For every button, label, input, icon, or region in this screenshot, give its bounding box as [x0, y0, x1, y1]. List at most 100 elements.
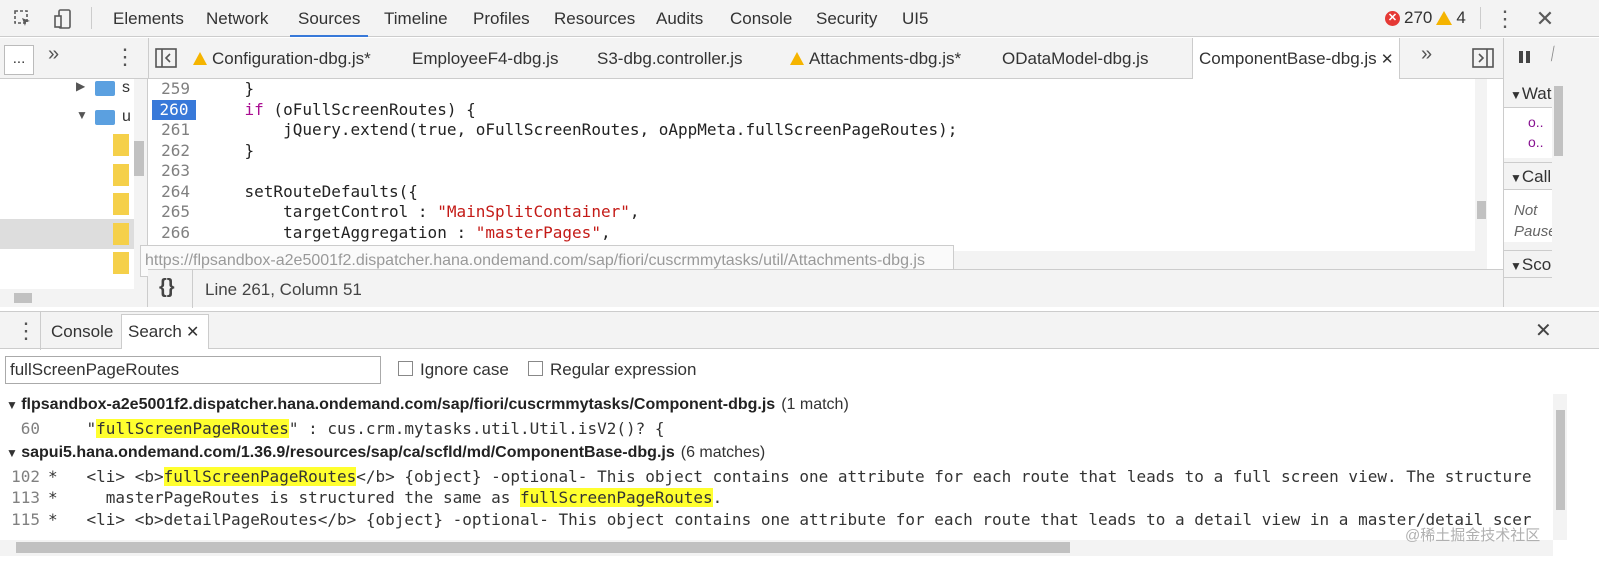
file-tab[interactable]: EmployeeF4-dbg.js	[412, 38, 558, 79]
tab-search[interactable]: Search ✕	[121, 314, 209, 349]
tab-console[interactable]: Console	[51, 322, 113, 342]
expand-arrow-icon[interactable]: ▶	[76, 79, 85, 93]
line-number[interactable]: 262	[148, 141, 190, 162]
devtools-toolbar: Elements Network Sources Timeline Profiles Re…	[0, 0, 1599, 37]
file-tab[interactable]: ODataModel-dbg.js	[1002, 38, 1148, 79]
tab-security[interactable]: Security	[808, 0, 885, 37]
file-tab[interactable]: S3-dbg.controller.js	[597, 38, 743, 79]
more-options-icon[interactable]: ⋮	[1492, 6, 1518, 32]
file-tab[interactable]: ComponentBase-dbg.js ✕	[1192, 38, 1401, 80]
tab-profiles[interactable]: Profiles	[465, 0, 538, 37]
collapse-arrow-icon[interactable]: ▼	[6, 446, 21, 460]
result-file-header[interactable]: ▼ sapui5.hana.ondemand.com/1.36.9/resour…	[6, 442, 765, 462]
result-match-highlight: fullScreenPageRoutes	[96, 419, 289, 438]
line-number[interactable]: 263	[148, 161, 190, 182]
scroll-thumb[interactable]	[134, 141, 144, 176]
code-text: jQuery.extend(true, oFullScreenRoutes, o…	[206, 120, 958, 139]
watch-item[interactable]: o..	[1528, 114, 1544, 130]
file-icon[interactable]	[113, 252, 129, 274]
close-devtools-icon[interactable]: ✕	[1532, 6, 1558, 32]
collapse-arrow-icon[interactable]: ▼	[6, 398, 21, 412]
line-number[interactable]: 259	[148, 79, 190, 100]
chevron-right-double-icon[interactable]: »	[48, 43, 59, 66]
error-count: 270	[1404, 8, 1433, 27]
tab-ui5[interactable]: UI5	[894, 0, 936, 37]
regex-checkbox[interactable]	[528, 361, 543, 376]
close-tab-icon[interactable]: ✕	[186, 322, 199, 342]
tab-sources[interactable]: Sources	[290, 0, 369, 37]
tab-resources[interactable]: Resources	[546, 0, 643, 37]
nav-folder-u[interactable]: u	[122, 108, 131, 126]
result-line[interactable]: 115 * <li> <b>detailPageRoutes</b> {objec…	[0, 509, 1531, 531]
file-icon[interactable]	[113, 193, 129, 215]
sidebar-scroll-thumb[interactable]	[1554, 86, 1563, 156]
results-hscroll-thumb[interactable]	[16, 542, 1070, 553]
more-navigator-button[interactable]: ...	[4, 45, 34, 75]
result-file-header[interactable]: ▼ flpsandbox-a2e5001f2.dispatcher.hana.o…	[6, 394, 849, 414]
file-tab[interactable]: Attachments-dbg.js*	[790, 38, 961, 79]
tab-timeline[interactable]: Timeline	[376, 0, 456, 37]
line-number[interactable]: 261	[148, 120, 190, 141]
device-mode-icon[interactable]	[50, 6, 76, 32]
pretty-print-button[interactable]: {}	[159, 276, 175, 299]
not-paused-text: Not Pause	[1514, 202, 1557, 240]
more-tabs-icon[interactable]: »	[1421, 43, 1432, 66]
results-scroll-thumb[interactable]	[1556, 410, 1565, 510]
debugger-sidebar: ⟋ ▼Wat o.. o.. ▼Call Not Pause ▼Scop	[1503, 38, 1599, 307]
file-icon[interactable]	[113, 134, 129, 156]
result-line[interactable]: 60 "fullScreenPageRoutes" : cus.crm.myta…	[0, 418, 665, 440]
line-number[interactable]: 265	[148, 202, 190, 223]
editor-vscrollbar[interactable]	[1475, 79, 1487, 251]
close-drawer-icon[interactable]: ✕	[1535, 318, 1552, 343]
warning-count: 4	[1456, 8, 1466, 27]
breakpoint-marker[interactable]: 260	[152, 99, 196, 120]
code-text: }	[206, 79, 255, 98]
result-match-highlight: fullScreenPageRoutes	[163, 466, 357, 486]
tab-elements[interactable]: Elements	[105, 0, 192, 37]
collapse-arrow-icon[interactable]: ▼	[76, 108, 88, 122]
tab-audits[interactable]: Audits	[648, 0, 711, 37]
error-warning-counter[interactable]: ✕ 270 4	[1385, 8, 1466, 28]
nav-folder-s[interactable]: s	[122, 79, 130, 97]
folder-icon	[95, 110, 115, 125]
line-number[interactable]: 266	[148, 223, 190, 244]
result-line[interactable]: 113 * masterPageRoutes is structured the …	[0, 487, 722, 509]
pause-icon[interactable]	[1518, 49, 1532, 70]
drawer-menu-icon[interactable]: ⋮	[15, 318, 37, 344]
editor-scroll-thumb[interactable]	[1477, 201, 1486, 219]
match-count: (6 matches)	[680, 443, 766, 461]
hscroll-thumb[interactable]	[14, 293, 32, 303]
ignore-case-checkbox[interactable]	[398, 361, 413, 376]
warning-icon	[193, 52, 207, 65]
deactivate-breakpoints-icon[interactable]: ⟋	[1544, 44, 1563, 65]
navigator-menu-icon[interactable]: ⋮	[114, 44, 136, 70]
file-tab-label: Attachments-dbg.js*	[809, 49, 962, 68]
watch-title: Wat	[1521, 84, 1552, 103]
file-tab[interactable]: Configuration-dbg.js*	[193, 38, 371, 79]
result-text: * <li> <b>detailPageRoutes</b> {object} …	[48, 509, 1532, 529]
file-icon[interactable]	[113, 164, 129, 186]
file-tab-label: S3-dbg.controller.js	[597, 49, 743, 68]
watch-item[interactable]: o..	[1528, 134, 1544, 150]
code-text: setRouteDefaults({	[206, 181, 418, 201]
watermark: @稀土掘金技术社区	[1405, 527, 1541, 544]
toggle-navigator-icon[interactable]	[155, 48, 177, 73]
code-text: if (oFullScreenRoutes) {	[244, 99, 476, 119]
line-number[interactable]: 264	[148, 182, 190, 203]
tab-console[interactable]: Console	[722, 0, 800, 37]
search-input[interactable]	[5, 356, 381, 384]
toggle-debugger-icon[interactable]	[1472, 48, 1494, 73]
warning-icon	[790, 52, 804, 65]
code-editor[interactable]: 259 } 260 if (oFullScreenRoutes) { 261 jQu…	[148, 79, 1487, 269]
close-tab-icon[interactable]: ✕	[1377, 51, 1394, 68]
result-text: * <li> <b>	[48, 466, 164, 486]
result-line[interactable]: 102 * <li> <b>fullScreenPageRoutes</b> {o…	[0, 466, 1531, 488]
editor-footer: {} Line 261, Column 51	[148, 269, 1503, 308]
file-icon[interactable]	[113, 223, 129, 245]
drawer-tabbar: ⋮ Console Search ✕ ✕	[0, 311, 1599, 350]
result-line-number: 115	[11, 509, 40, 529]
tab-network[interactable]: Network	[198, 0, 276, 37]
inspect-element-icon[interactable]	[10, 6, 36, 32]
tab-search-label: Search	[128, 322, 182, 341]
match-count: (1 match)	[781, 396, 849, 413]
